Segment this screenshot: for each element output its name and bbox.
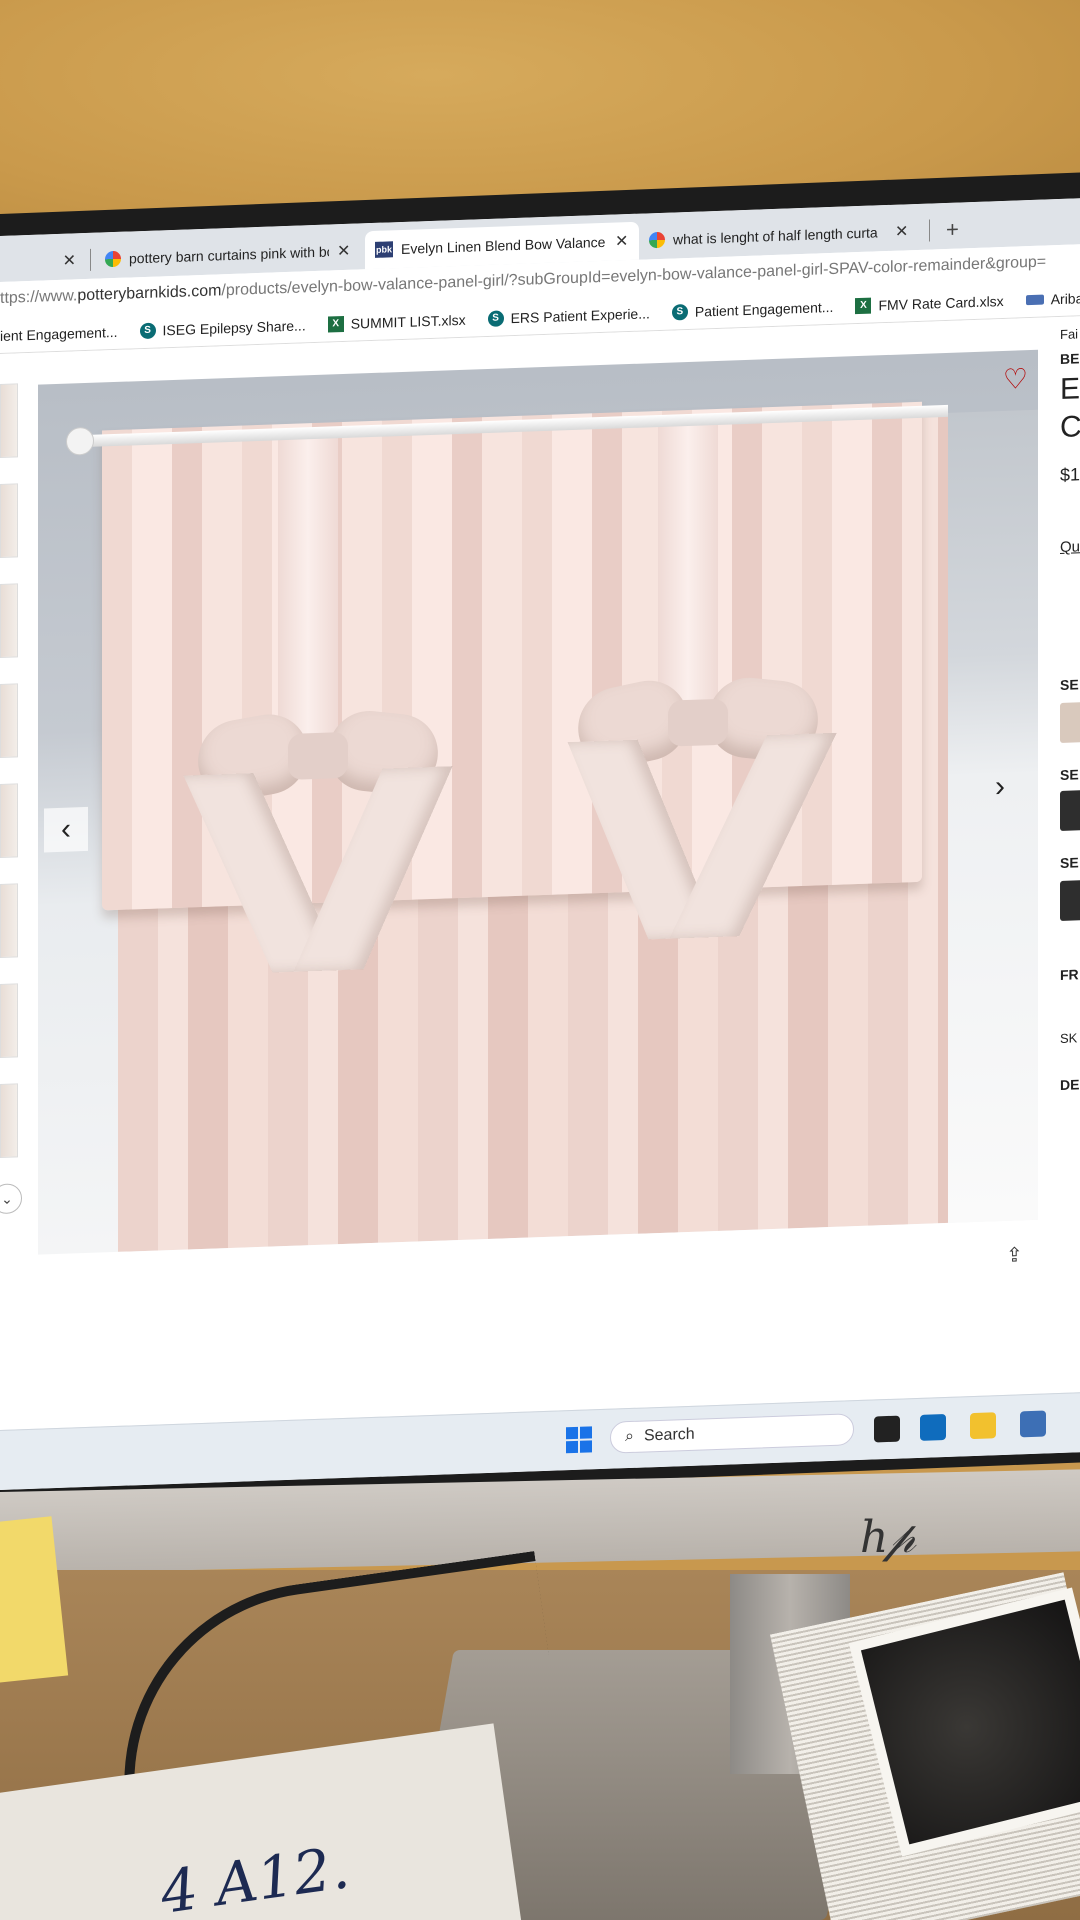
- bookmark-item[interactable]: S Patient Engagement...: [671, 298, 834, 321]
- ariba-icon: [1025, 294, 1044, 305]
- bookmark-item[interactable]: S ISEG Epilepsy Share...: [139, 316, 306, 339]
- bookmark-item[interactable]: Ariba Guide: [1025, 288, 1080, 307]
- swatch[interactable]: [1060, 790, 1080, 831]
- url-host: potterybarnkids.com: [77, 282, 222, 305]
- next-image-button[interactable]: ›: [978, 764, 1022, 810]
- thumbnail[interactable]: [0, 683, 18, 758]
- thumbnail[interactable]: [0, 883, 18, 958]
- product-page: ⌄ ‹ › ♡ ⇪ Fai BE E C $1 Qu SE SE SE FR S…: [0, 316, 1080, 1414]
- bookmark-label: ISEG Epilepsy Share...: [162, 316, 306, 338]
- section-label: FR: [1060, 966, 1079, 983]
- thumbnail[interactable]: [0, 583, 18, 658]
- bow-knot: [288, 731, 348, 780]
- tab-label: pottery barn curtains pink with bo: [129, 243, 329, 267]
- thumbnail-strip: ⌄: [0, 383, 22, 1215]
- sharepoint-icon: S: [139, 322, 156, 339]
- tab-label: Evelyn Linen Blend Bow Valance: [401, 233, 606, 257]
- bookmark-label: FMV Rate Card.xlsx: [878, 292, 1004, 313]
- valance-tie-band: [278, 432, 338, 745]
- tab-label: what is lenght of half length curta: [673, 224, 878, 248]
- close-icon[interactable]: ✕: [63, 250, 76, 270]
- monitor-screen: ✕ pottery barn curtains pink with bo ✕ p…: [0, 198, 1080, 1491]
- share-icon[interactable]: ⇪: [1006, 1242, 1023, 1268]
- bow: [183, 707, 453, 973]
- thumbnail[interactable]: [0, 1083, 18, 1158]
- bookmark-label: SUMMIT LIST.xlsx: [350, 311, 466, 332]
- bookmark-label: Ariba Guide: [1050, 288, 1080, 307]
- bookmark-item[interactable]: X SUMMIT LIST.xlsx: [327, 311, 466, 333]
- bow: [567, 673, 837, 940]
- bow-knot: [668, 698, 728, 747]
- detail-link[interactable]: Qu: [1060, 538, 1080, 556]
- swatch[interactable]: [1060, 702, 1080, 743]
- bookmark-label: ERS Patient Experie...: [510, 304, 650, 326]
- bookmark-item[interactable]: X FMV Rate Card.xlsx: [855, 292, 1004, 314]
- close-icon[interactable]: ✕: [615, 231, 628, 251]
- pbk-icon: pbk: [375, 241, 393, 258]
- excel-icon: X: [855, 297, 872, 314]
- product-hero-image: ‹ › ♡: [38, 349, 1038, 1255]
- photo-image: [860, 1599, 1080, 1845]
- product-title: E: [1060, 372, 1080, 406]
- store-icon[interactable]: [1020, 1410, 1046, 1438]
- thumbnail[interactable]: [0, 483, 18, 558]
- product-title: C: [1060, 410, 1080, 444]
- search-placeholder: Search: [643, 1425, 695, 1445]
- tab-divider: [929, 219, 930, 242]
- close-icon[interactable]: ✕: [895, 221, 908, 241]
- product-details-column: Fai BE E C $1 Qu SE SE SE FR SK DE: [1060, 316, 1080, 1377]
- sharepoint-icon: S: [671, 303, 688, 321]
- google-icon: [105, 250, 121, 268]
- section-label: SE: [1060, 676, 1079, 693]
- wishlist-heart-icon[interactable]: ♡: [1003, 362, 1028, 396]
- excel-icon: X: [327, 315, 344, 333]
- taskbar-search[interactable]: ⌕ Search: [610, 1413, 854, 1454]
- bookmark-label: ient Engagement...: [0, 323, 118, 344]
- google-icon: [649, 231, 665, 249]
- tab-partial[interactable]: ✕: [0, 241, 86, 282]
- search-icon: ⌕: [625, 1427, 634, 1446]
- windows-start-icon[interactable]: [566, 1426, 592, 1454]
- section-label: DE: [1060, 1076, 1080, 1093]
- sku-label: SK: [1060, 1030, 1078, 1046]
- bow-tail: [669, 732, 837, 939]
- bookmark-label: Patient Engagement...: [694, 298, 834, 320]
- rod-finial: [66, 426, 94, 456]
- bookmark-item[interactable]: ient Engagement...: [0, 323, 118, 343]
- section-label: SE: [1060, 854, 1079, 871]
- close-icon[interactable]: ✕: [337, 241, 350, 261]
- bow-tail: [293, 766, 453, 972]
- outlook-icon[interactable]: [920, 1413, 946, 1441]
- chevron-down-icon[interactable]: ⌄: [0, 1183, 22, 1215]
- tab-divider: [90, 248, 91, 271]
- swatch[interactable]: [1060, 880, 1080, 921]
- product-price: $1: [1060, 464, 1080, 485]
- thumbnail[interactable]: [0, 383, 18, 458]
- file-explorer-icon[interactable]: [970, 1412, 996, 1440]
- detail-text: Fai: [1060, 326, 1079, 342]
- thumbnail[interactable]: [0, 983, 18, 1058]
- task-view-icon[interactable]: [874, 1415, 900, 1443]
- new-tab-button[interactable]: +: [934, 216, 971, 249]
- prev-image-button[interactable]: ‹: [44, 806, 88, 853]
- sharepoint-icon: S: [487, 309, 504, 327]
- url-prefix: ttps://www.: [0, 287, 78, 307]
- detail-text: BE: [1060, 350, 1080, 367]
- hp-logo: ℎ𝓅: [860, 1512, 916, 1563]
- bookmark-item[interactable]: S ERS Patient Experie...: [487, 304, 650, 327]
- thumbnail[interactable]: [0, 783, 18, 858]
- section-label: SE: [1060, 766, 1079, 783]
